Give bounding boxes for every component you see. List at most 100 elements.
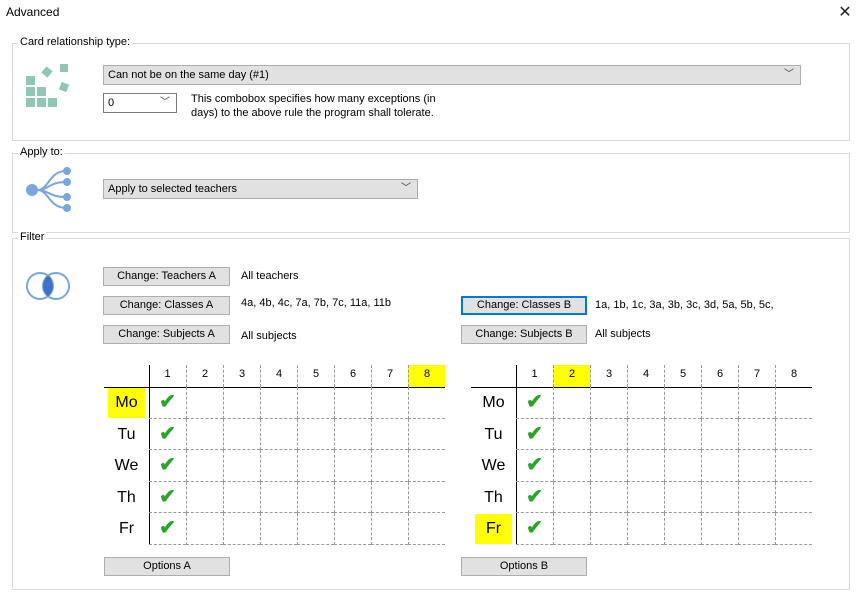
period-header[interactable]: 8 bbox=[775, 365, 812, 387]
day-label[interactable]: We bbox=[108, 451, 145, 481]
grid-cell[interactable]: ✔ bbox=[516, 450, 553, 482]
grid-cell[interactable] bbox=[738, 450, 775, 482]
grid-cell[interactable] bbox=[186, 513, 223, 545]
period-header[interactable]: 1 bbox=[516, 365, 553, 387]
grid-cell[interactable] bbox=[223, 387, 260, 419]
grid-cell[interactable] bbox=[738, 513, 775, 545]
grid-cell[interactable] bbox=[223, 513, 260, 545]
period-header[interactable]: 7 bbox=[738, 365, 775, 387]
grid-cell[interactable] bbox=[664, 387, 701, 419]
grid-cell[interactable] bbox=[408, 387, 445, 419]
grid-cell[interactable] bbox=[590, 513, 627, 545]
grid-cell[interactable] bbox=[553, 450, 590, 482]
grid-cell[interactable] bbox=[738, 481, 775, 513]
day-label[interactable]: Tu bbox=[108, 420, 145, 450]
grid-cell[interactable] bbox=[371, 450, 408, 482]
grid-cell[interactable]: ✔ bbox=[149, 513, 186, 545]
grid-cell[interactable] bbox=[186, 481, 223, 513]
grid-cell[interactable] bbox=[297, 450, 334, 482]
grid-cell[interactable] bbox=[553, 481, 590, 513]
grid-cell[interactable] bbox=[408, 450, 445, 482]
grid-cell[interactable] bbox=[297, 513, 334, 545]
grid-cell[interactable] bbox=[334, 387, 371, 419]
grid-cell[interactable] bbox=[775, 513, 812, 545]
grid-cell[interactable] bbox=[664, 481, 701, 513]
grid-cell[interactable] bbox=[297, 418, 334, 450]
grid-cell[interactable] bbox=[334, 481, 371, 513]
grid-cell[interactable] bbox=[701, 387, 738, 419]
period-header[interactable]: 4 bbox=[260, 365, 297, 387]
day-label[interactable]: Th bbox=[475, 483, 512, 513]
change-teachers-a-button[interactable]: Change: Teachers A bbox=[103, 267, 230, 286]
grid-cell[interactable] bbox=[701, 450, 738, 482]
grid-cell[interactable] bbox=[664, 418, 701, 450]
period-header[interactable]: 2 bbox=[553, 365, 590, 387]
grid-cell[interactable]: ✔ bbox=[149, 482, 186, 513]
grid-cell[interactable] bbox=[775, 450, 812, 482]
grid-cell[interactable] bbox=[627, 450, 664, 482]
grid-cell[interactable] bbox=[775, 387, 812, 419]
grid-cell[interactable] bbox=[553, 387, 590, 419]
grid-cell[interactable] bbox=[627, 387, 664, 419]
grid-cell[interactable] bbox=[186, 418, 223, 450]
grid-cell[interactable] bbox=[408, 513, 445, 545]
grid-cell[interactable] bbox=[186, 450, 223, 482]
grid-cell[interactable] bbox=[371, 387, 408, 419]
change-subjects-b-button[interactable]: Change: Subjects B bbox=[461, 325, 587, 344]
day-label[interactable]: Fr bbox=[108, 514, 145, 544]
grid-cell[interactable] bbox=[371, 481, 408, 513]
grid-cell[interactable] bbox=[260, 513, 297, 545]
grid-cell[interactable] bbox=[186, 387, 223, 419]
grid-cell[interactable] bbox=[260, 387, 297, 419]
grid-cell[interactable] bbox=[334, 513, 371, 545]
grid-cell[interactable] bbox=[701, 418, 738, 450]
grid-cell[interactable]: ✔ bbox=[516, 387, 553, 419]
grid-cell[interactable] bbox=[408, 418, 445, 450]
period-header[interactable]: 2 bbox=[186, 365, 223, 387]
period-header[interactable]: 4 bbox=[627, 365, 664, 387]
grid-cell[interactable] bbox=[590, 450, 627, 482]
grid-cell[interactable] bbox=[664, 513, 701, 545]
close-icon[interactable]: ✕ bbox=[836, 2, 854, 21]
grid-cell[interactable] bbox=[371, 513, 408, 545]
change-classes-a-button[interactable]: Change: Classes A bbox=[103, 296, 230, 315]
grid-cell[interactable] bbox=[223, 418, 260, 450]
grid-cell[interactable] bbox=[408, 481, 445, 513]
period-header[interactable]: 8 bbox=[408, 365, 445, 387]
grid-cell[interactable] bbox=[334, 450, 371, 482]
day-label[interactable]: Tu bbox=[475, 420, 512, 450]
change-classes-b-button[interactable]: Change: Classes B bbox=[461, 296, 587, 315]
grid-cell[interactable] bbox=[297, 481, 334, 513]
grid-cell[interactable] bbox=[371, 418, 408, 450]
period-header[interactable]: 3 bbox=[223, 365, 260, 387]
day-label[interactable]: We bbox=[475, 451, 512, 481]
period-header[interactable]: 7 bbox=[371, 365, 408, 387]
grid-cell[interactable] bbox=[701, 513, 738, 545]
grid-cell[interactable]: ✔ bbox=[149, 387, 186, 419]
grid-cell[interactable] bbox=[590, 387, 627, 419]
period-header[interactable]: 5 bbox=[664, 365, 701, 387]
day-label[interactable]: Th bbox=[108, 483, 145, 513]
grid-cell[interactable]: ✔ bbox=[149, 419, 186, 450]
grid-cell[interactable] bbox=[738, 387, 775, 419]
grid-cell[interactable] bbox=[664, 450, 701, 482]
day-label[interactable]: Mo bbox=[108, 388, 145, 418]
day-label[interactable]: Fr bbox=[475, 514, 512, 544]
options-a-button[interactable]: Options A bbox=[104, 557, 230, 576]
options-b-button[interactable]: Options B bbox=[461, 557, 587, 576]
grid-cell[interactable]: ✔ bbox=[516, 482, 553, 513]
change-subjects-a-button[interactable]: Change: Subjects A bbox=[103, 325, 230, 344]
grid-cell[interactable] bbox=[260, 418, 297, 450]
grid-cell[interactable] bbox=[738, 418, 775, 450]
period-header[interactable]: 6 bbox=[334, 365, 371, 387]
grid-cell[interactable] bbox=[334, 418, 371, 450]
grid-cell[interactable] bbox=[223, 481, 260, 513]
grid-cell[interactable] bbox=[701, 481, 738, 513]
exceptions-select[interactable]: 0 ﹀ bbox=[103, 93, 177, 113]
grid-cell[interactable]: ✔ bbox=[516, 419, 553, 450]
grid-cell[interactable] bbox=[590, 418, 627, 450]
day-label[interactable]: Mo bbox=[475, 388, 512, 418]
grid-cell[interactable] bbox=[260, 481, 297, 513]
apply-to-select[interactable]: Apply to selected teachers ﹀ bbox=[103, 179, 418, 199]
relationship-type-select[interactable]: Can not be on the same day (#1) ﹀ bbox=[103, 65, 801, 85]
